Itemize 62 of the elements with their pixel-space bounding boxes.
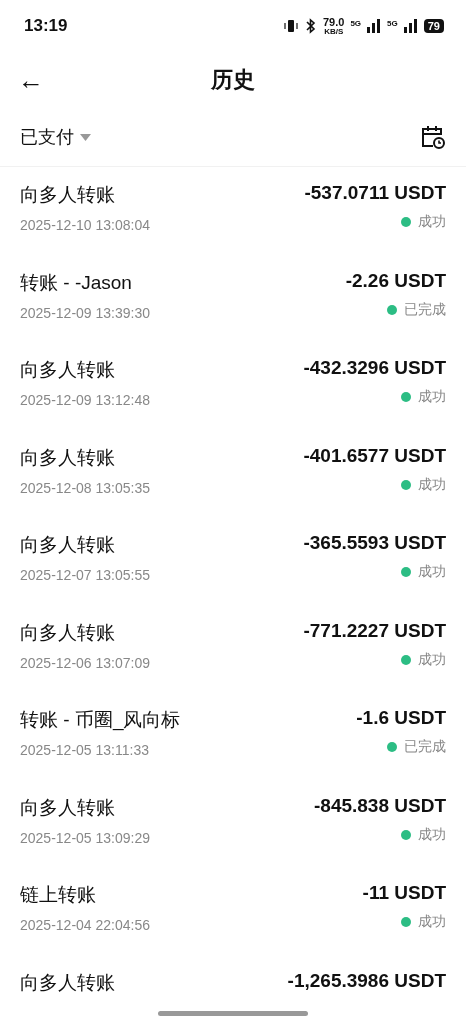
calendar-icon[interactable] xyxy=(420,124,446,150)
signal-icon xyxy=(403,19,418,33)
transaction-title: 向多人转账 xyxy=(20,358,115,382)
back-button[interactable]: ← xyxy=(18,64,44,96)
transaction-date: 2025-12-04 22:04:56 xyxy=(20,917,150,933)
status-dot xyxy=(401,917,411,927)
status-time: 13:19 xyxy=(24,16,68,36)
transaction-status: 成功 xyxy=(418,213,446,231)
transaction-amount: -771.2227 USDT xyxy=(303,619,446,642)
transaction-amount: -365.5593 USDT xyxy=(303,532,446,554)
transaction-date: 2025-12-09 13:39:30 xyxy=(20,304,150,321)
transaction-amount: -537.0711 USDT xyxy=(304,182,446,204)
status-dot xyxy=(401,392,411,402)
transaction-status: 成功 xyxy=(418,475,446,494)
transaction-amount: -2.26 USDT xyxy=(345,269,446,292)
signal-icon xyxy=(367,19,382,33)
status-dot xyxy=(401,567,411,577)
transaction-date: 2025-12-05 13:09:29 xyxy=(20,829,150,846)
transaction-date: 2025-12-07 13:05:55 xyxy=(20,567,150,583)
status-dot xyxy=(401,829,411,840)
transaction-title: 向多人转账 xyxy=(20,445,115,470)
transaction-title: 向多人转账 xyxy=(20,183,115,207)
battery-level: 79 xyxy=(423,19,444,33)
speed-unit: KB/S xyxy=(324,27,344,36)
caret-icon xyxy=(80,133,91,141)
status-dot xyxy=(387,304,397,315)
transaction-amount: -1.6 USDT xyxy=(356,707,446,729)
vibrate-icon xyxy=(283,18,299,34)
transaction-status: 成功 xyxy=(418,825,446,844)
status-dot xyxy=(401,479,411,490)
transaction-amount: -401.6577 USDT xyxy=(303,444,446,467)
status-dot xyxy=(401,654,411,665)
transaction-amount: -1,265.3986 USDT xyxy=(287,969,446,992)
network-speed: 79.0 xyxy=(323,16,345,28)
transaction-date: 2025-12-05 13:11:33 xyxy=(20,742,149,758)
page-title: 历史 xyxy=(211,66,255,94)
transaction-date: 2025-12-09 13:12:48 xyxy=(20,392,150,408)
network-type: 5G xyxy=(387,18,398,28)
transaction-status: 已完成 xyxy=(404,738,446,756)
transaction-title: 向多人转账 xyxy=(20,533,115,557)
transaction-status: 成功 xyxy=(418,913,446,931)
status-dot xyxy=(401,217,411,227)
transaction-date: 2025-12-08 13:05:35 xyxy=(20,479,150,496)
status-dot xyxy=(387,742,397,752)
transaction-status: 成功 xyxy=(418,388,446,406)
transaction-title: 向多人转账 xyxy=(20,795,115,820)
transaction-title: 向多人转账 xyxy=(20,970,115,995)
network-type: 5G xyxy=(350,18,362,28)
transaction-status: 成功 xyxy=(418,650,446,669)
transaction-date: 2025-12-10 13:08:04 xyxy=(20,217,150,233)
status-filter[interactable]: 已支付 xyxy=(20,125,91,149)
transaction-title: 向多人转账 xyxy=(20,620,115,645)
transaction-amount: -432.3296 USDT xyxy=(303,357,446,379)
transaction-date: 2025-12-06 13:07:09 xyxy=(20,654,150,671)
transaction-amount: -11 USDT xyxy=(362,882,446,904)
transaction-title: 转账 - -Jason xyxy=(20,270,132,295)
transaction-status: 已完成 xyxy=(404,300,446,319)
transaction-amount: -845.838 USDT xyxy=(314,794,446,817)
transaction-title: 链上转账 xyxy=(20,883,96,907)
transaction-title: 转账 - 币圈_风向标 xyxy=(20,708,181,733)
transaction-status: 成功 xyxy=(418,563,446,581)
bluetooth-icon xyxy=(305,18,317,34)
